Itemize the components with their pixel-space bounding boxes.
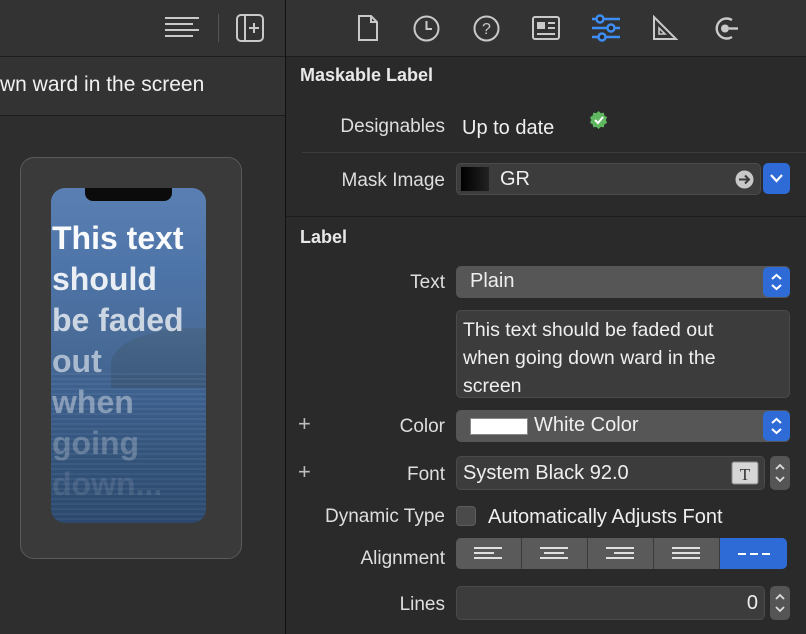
align-natural-icon (738, 553, 770, 555)
lines-value: 0 (746, 592, 758, 614)
lines-stepper[interactable] (770, 586, 790, 620)
section-separator (286, 216, 806, 217)
align-left-segment[interactable] (456, 538, 522, 569)
align-justified-segment[interactable] (654, 538, 720, 569)
text-type-value: Plain (470, 270, 515, 292)
alignment-segmented-control (456, 538, 787, 569)
preview-line: out (52, 343, 102, 379)
color-stepper[interactable] (763, 411, 790, 441)
arrow-circle-icon[interactable] (735, 170, 754, 189)
mask-image-label: Mask Image (341, 170, 445, 191)
inspector-toolbar: ? (286, 0, 806, 57)
text-type-popup[interactable]: Plain (456, 266, 790, 298)
align-center-segment[interactable] (522, 538, 588, 569)
left-toolbar (0, 0, 285, 57)
lines-label: Lines (399, 594, 445, 615)
align-right-segment[interactable] (588, 538, 654, 569)
preview-line: be faded (52, 302, 184, 338)
attributes-sliders-icon[interactable] (591, 14, 621, 42)
designables-label: Designables (340, 116, 445, 137)
chevron-updown-icon (775, 463, 785, 483)
text-font-icon[interactable]: T (731, 461, 759, 485)
text-value-textarea[interactable]: This text should be faded out when going… (456, 310, 790, 398)
text-value-line: This text should be faded out (463, 319, 714, 341)
file-icon[interactable] (357, 15, 379, 41)
align-center-icon (540, 547, 568, 559)
preview-line: down... (52, 466, 163, 502)
dynamic-type-checkbox[interactable] (456, 506, 476, 526)
plus-icon[interactable]: + (298, 411, 311, 437)
connections-icon[interactable] (712, 15, 739, 42)
chevron-updown-icon (771, 273, 782, 291)
row-separator (302, 152, 806, 153)
identity-card-icon[interactable] (532, 16, 560, 40)
alignment-label: Alignment (360, 548, 446, 569)
section-title-maskable-label: Maskable Label (300, 65, 434, 85)
history-clock-icon[interactable] (413, 15, 440, 42)
preview-line: going (52, 425, 140, 461)
scene-title-bar: wn ward in the screen (0, 57, 285, 116)
mask-image-value: GR (500, 168, 530, 190)
text-value-line: when going down ward in the (463, 347, 716, 369)
svg-text:?: ? (482, 21, 491, 38)
font-value: System Black 92.0 (463, 462, 629, 484)
editor-canvas-panel: wn ward in the screen This text should b… (0, 0, 285, 634)
maskable-label-preview[interactable]: This text should be faded out when going… (52, 218, 206, 505)
chevron-down-icon (770, 174, 783, 183)
section-title-label: Label (300, 227, 348, 247)
checkmark-badge-icon (590, 111, 608, 129)
list-lines-icon[interactable] (163, 14, 201, 42)
device-notch (85, 188, 172, 201)
device-screen[interactable]: This text should be faded out when going… (51, 188, 206, 523)
lines-field[interactable]: 0 (456, 586, 765, 620)
color-value: White Color (534, 414, 639, 436)
help-icon[interactable]: ? (473, 15, 500, 42)
font-label: Font (406, 464, 445, 485)
mask-image-thumbnail (461, 167, 489, 191)
add-editor-icon[interactable] (236, 14, 264, 42)
font-size-stepper[interactable] (770, 456, 790, 490)
text-value-line: screen (463, 375, 522, 397)
color-swatch (470, 418, 528, 435)
chevron-updown-icon (775, 593, 785, 613)
color-label: Color (399, 416, 445, 437)
preview-line: when (52, 384, 134, 420)
mask-image-dropdown-button[interactable] (763, 163, 790, 194)
dynamic-type-checkbox-label: Automatically Adjusts Font (488, 506, 723, 528)
preview-line: should (52, 261, 157, 297)
align-justified-icon (672, 547, 700, 559)
svg-text:T: T (740, 465, 751, 484)
text-label: Text (410, 272, 445, 293)
align-left-icon (474, 547, 502, 559)
align-right-icon (606, 547, 634, 559)
scene-title-text: wn ward in the screen (0, 73, 205, 96)
plus-icon[interactable]: + (298, 459, 311, 485)
dynamic-type-label: Dynamic Type (324, 506, 445, 527)
text-type-stepper[interactable] (763, 267, 790, 297)
mask-image-field[interactable]: GR (456, 163, 761, 195)
toolbar-separator (218, 14, 219, 42)
preview-line: This text (52, 220, 184, 256)
designables-value: Up to date (462, 117, 555, 139)
ruler-icon[interactable] (652, 15, 678, 41)
font-field[interactable]: System Black 92.0 T (456, 456, 765, 490)
color-popup[interactable]: White Color (456, 410, 790, 442)
chevron-updown-icon (771, 417, 782, 435)
attributes-inspector: ? Maskable Label Designables Up to date … (286, 0, 806, 634)
align-natural-segment[interactable] (720, 538, 787, 569)
